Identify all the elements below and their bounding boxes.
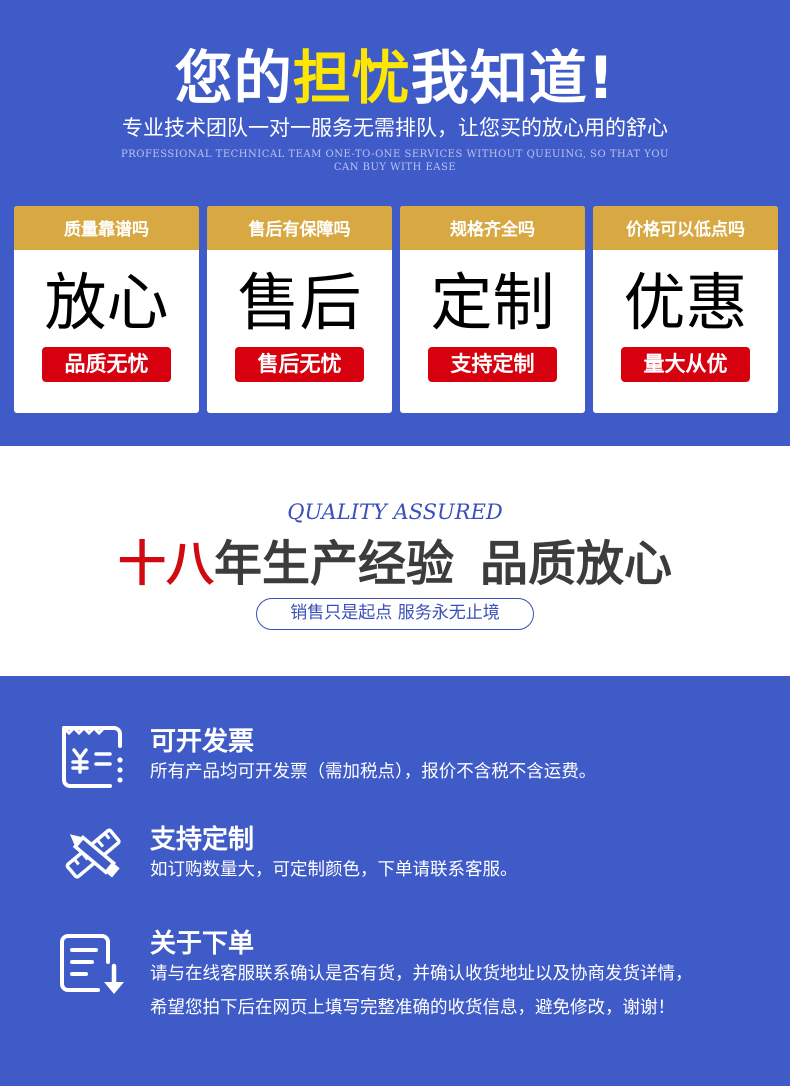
card-big-text: 售后 <box>237 266 362 339</box>
card-tag: 支持定制 <box>428 347 557 382</box>
card-big-text: 定制 <box>430 266 555 339</box>
card-tag: 量大从优 <box>621 347 750 382</box>
service-title: 支持定制 <box>150 825 255 855</box>
service-title: 可开发票 <box>150 727 255 757</box>
headline-pre: 您的 <box>174 44 293 112</box>
card-question: 质量靠谱吗 <box>14 206 199 250</box>
service-desc: 所有产品均可开发票（需加税点），报价不含税不含运费。 <box>150 762 597 782</box>
card-question: 规格齐全吗 <box>400 206 585 250</box>
pencil-ruler-icon <box>65 828 121 879</box>
headline-post: 我知道! <box>410 44 616 112</box>
card-custom: 规格齐全吗 定制 支持定制 <box>400 206 585 413</box>
service-slogan-pill: 销售只是起点 服务永无止境 <box>256 598 534 630</box>
service-desc: 如订购数量大，可定制颜色，下单请联系客服。 <box>150 860 518 880</box>
card-tag: 品质无忧 <box>42 347 171 382</box>
service-desc-line2: 希望您拍下后在网页上填写完整准确的收货信息，避免修改，谢谢！ <box>150 998 675 1018</box>
services-section: 可开发票 所有产品均可开发票（需加税点），报价不含税不含运费。 支持定制 如订购… <box>0 676 790 1086</box>
service-title: 关于下单 <box>150 929 255 959</box>
assurance-cards: 质量靠谱吗 放心 品质无忧 售后有保障吗 售后 售后无忧 规格齐全吗 定制 支持… <box>14 206 778 413</box>
hero-subtitle: 专业技术团队一对一服务无需排队，让您买的放心用的舒心 <box>122 116 668 140</box>
quality-title-main: 年生产经验 <box>213 536 454 592</box>
card-quality: 质量靠谱吗 放心 品质无忧 <box>14 206 199 413</box>
card-question: 价格可以低点吗 <box>593 206 778 250</box>
quality-title: 十八年生产经验 品质放心 <box>0 533 790 595</box>
quality-title-tail: 品质放心 <box>480 536 673 592</box>
top-banner: 您的担忧我知道! 专业技术团队一对一服务无需排队，让您买的放心用的舒心 PROF… <box>0 0 790 446</box>
quality-en-title: QUALITY ASSURED <box>287 500 503 524</box>
card-big-text: 放心 <box>44 266 169 339</box>
service-desc-line1: 请与在线客服联系确认是否有货，并确认收货地址以及协商发货详情， <box>150 964 693 984</box>
card-question: 售后有保障吗 <box>207 206 392 250</box>
card-discount: 价格可以低点吗 优惠 量大从优 <box>593 206 778 413</box>
card-big-text: 优惠 <box>623 266 748 339</box>
invoice-icon <box>62 725 123 788</box>
order-document-icon <box>60 934 124 994</box>
headline-highlight: 担忧 <box>292 44 411 112</box>
card-after-sales: 售后有保障吗 售后 售后无忧 <box>207 206 392 413</box>
hero-subtitle-en: PROFESSIONAL TECHNICAL TEAM ONE-TO-ONE S… <box>121 149 669 173</box>
hero-headline: 您的担忧我知道! <box>0 42 790 114</box>
quality-title-red: 十八 <box>117 536 214 592</box>
card-tag: 售后无忧 <box>235 347 364 382</box>
